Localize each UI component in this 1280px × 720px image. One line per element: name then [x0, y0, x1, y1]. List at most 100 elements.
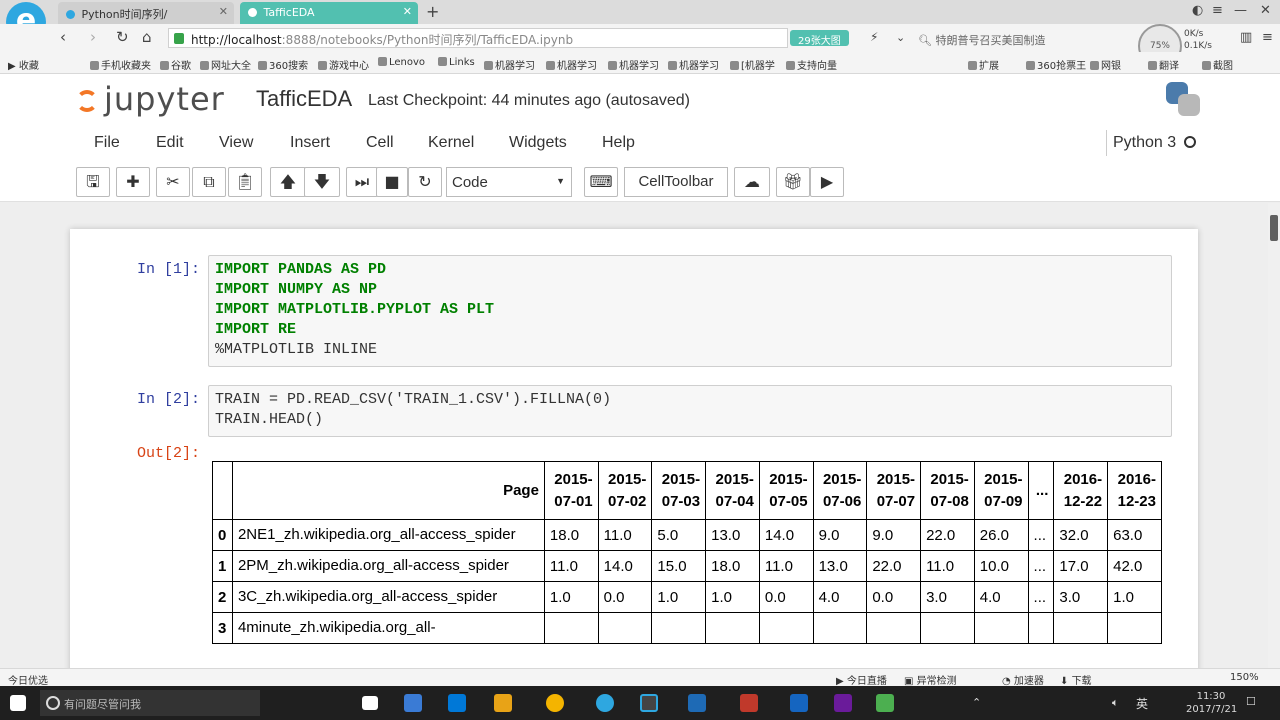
save-button[interactable]: 🖫︎ [76, 167, 110, 197]
kernel-indicator[interactable]: Python 3 [1106, 130, 1197, 156]
bookmark-item[interactable]: 360抢票王 [1026, 57, 1086, 72]
bookmark-item[interactable]: 扩展 [968, 57, 999, 72]
close-icon[interactable]: ✕ [403, 5, 412, 18]
bookmark-item[interactable]: 手机收藏夹 [90, 57, 151, 72]
table-row: 1 2PM_zh.wikipedia.org_all-access_spider 1… [212, 550, 1162, 582]
paste-button[interactable]: 📋︎ [228, 167, 262, 197]
minimize-icon[interactable]: — [1234, 3, 1247, 18]
menu-edit[interactable]: Edit [156, 134, 184, 152]
cell-type-select[interactable]: Code ▼ [446, 167, 572, 197]
menu-icon[interactable]: ≡ [1262, 30, 1273, 45]
status-item[interactable]: ▶ 今日直播 [836, 672, 887, 687]
restart-button[interactable]: ↻ [408, 167, 442, 197]
slideshow-button[interactable]: ▶ [810, 167, 844, 197]
search-input[interactable]: 🔍︎ 特朗普号召买美国制造 [918, 30, 1128, 48]
bookmark-item[interactable]: Links [438, 57, 475, 68]
close-window-icon[interactable]: ✕ [1260, 3, 1271, 18]
edge-icon[interactable] [404, 694, 422, 712]
bookmark-item[interactable]: 360搜索 [258, 57, 308, 72]
bookmark-item[interactable]: 机器学习 [668, 57, 719, 72]
cell-toolbar-button[interactable]: CellToolbar [624, 167, 728, 197]
menu-icon[interactable]: ≡ [1212, 3, 1223, 18]
bookmark-item[interactable]: 网银 [1090, 57, 1121, 72]
bookmark-item[interactable]: 网址大全 [200, 57, 251, 72]
ime-indicator[interactable]: 英 [1136, 695, 1148, 712]
store-icon[interactable] [448, 694, 466, 712]
menu-kernel[interactable]: Kernel [428, 134, 474, 152]
jupyter-logo[interactable]: jupyter [76, 80, 225, 118]
bookmark-item[interactable]: 截图 [1202, 57, 1233, 72]
command-palette-button[interactable]: ⌨ [584, 167, 618, 197]
status-item[interactable]: ◔ 加速器 [1002, 672, 1044, 687]
task-view-icon[interactable] [362, 696, 378, 710]
tab-python-series[interactable]: Python时间序列/ ✕ [58, 2, 234, 24]
menu-widgets[interactable]: Widgets [509, 134, 567, 152]
back-icon[interactable]: ‹ [60, 28, 66, 46]
bookmark-item[interactable]: 谷歌 [160, 57, 191, 72]
app-icon[interactable] [790, 694, 808, 712]
bookmark-item[interactable]: 机器学习 [546, 57, 597, 72]
menu-file[interactable]: File [94, 134, 120, 152]
table-cell [866, 612, 922, 644]
status-item[interactable]: ▣ 异常检测 [904, 672, 957, 687]
bookmark-item[interactable]: Lenovo [378, 57, 425, 68]
skin-icon[interactable]: ◐ [1192, 3, 1203, 18]
sidebar-icon[interactable]: ▥ [1240, 30, 1252, 45]
taskbar-search[interactable]: 有问题尽管问我 [40, 690, 260, 716]
app-icon[interactable] [834, 694, 852, 712]
gift-button[interactable]: 🎁︎ [776, 167, 810, 197]
move-down-button[interactable]: 🡇 [304, 167, 340, 197]
upload-button[interactable]: ☁ [734, 167, 770, 197]
scrollbar-thumb[interactable] [1270, 215, 1278, 241]
app-icon[interactable] [876, 694, 894, 712]
code-cell[interactable]: TRAIN = PD.READ_CSV('TRAIN_1.CSV').FILLN… [208, 385, 1172, 437]
menu-cell[interactable]: Cell [366, 134, 394, 152]
dataframe-table: Page 2015-07-01 2015-07-02 2015-07-03 20… [212, 461, 1162, 644]
chrome-icon[interactable] [546, 694, 564, 712]
bookmark-item[interactable]: 机器学习 [484, 57, 535, 72]
forward-icon[interactable]: › [90, 28, 96, 46]
new-tab-button[interactable]: + [426, 2, 439, 21]
bookmark-item[interactable]: 翻译 [1148, 57, 1179, 72]
tab-taffic-eda[interactable]: TafficEDA ✕ [240, 2, 418, 24]
page-cell: 2PM_zh.wikipedia.org_all-access_spider [231, 550, 545, 582]
start-icon[interactable] [10, 695, 26, 711]
column-header: 2015-07-03 [651, 461, 707, 520]
bookmark-item[interactable]: [机器学 [730, 57, 775, 72]
app-icon[interactable] [688, 694, 706, 712]
browser-taskbar-icon[interactable] [596, 694, 614, 712]
status-item[interactable]: ⬇ 下载 [1060, 672, 1092, 687]
page-scrollbar[interactable] [1268, 203, 1280, 668]
menu-help[interactable]: Help [602, 134, 635, 152]
bookmark-item[interactable]: ▶ 收藏 [8, 57, 39, 72]
insert-cell-button[interactable]: ✚ [116, 167, 150, 197]
code-cell[interactable]: IMPORT PANDAS AS PD IMPORT NUMPY AS NP I… [208, 255, 1172, 367]
refresh-icon[interactable]: ↻ [116, 28, 129, 46]
app-icon[interactable] [740, 694, 758, 712]
close-icon[interactable]: ✕ [219, 5, 228, 18]
url-input[interactable]: http://localhost:8888/notebooks/Python时间… [168, 28, 788, 48]
chevron-down-icon[interactable]: ⌄ [896, 31, 905, 44]
tray-chevron-icon[interactable]: ⌃ [972, 696, 981, 709]
copy-button[interactable]: ⧉ [192, 167, 226, 197]
jupyter-taskbar-icon[interactable] [640, 694, 658, 712]
bookmark-item[interactable]: 游戏中心 [318, 57, 369, 72]
explorer-icon[interactable] [494, 694, 512, 712]
notebook-name[interactable]: TafficEDA [256, 86, 352, 112]
status-item[interactable]: 今日优选 [8, 672, 48, 687]
stop-button[interactable]: ■ [376, 167, 408, 197]
notification-icon[interactable]: ☐ [1246, 695, 1256, 708]
bookmark-item[interactable]: 支持向量 [786, 57, 837, 72]
promo-pill[interactable]: 29张大图 [790, 30, 849, 47]
menu-view[interactable]: View [219, 134, 253, 152]
cut-button[interactable]: ✂ [156, 167, 190, 197]
move-up-button[interactable]: 🡅 [270, 167, 306, 197]
menu-insert[interactable]: Insert [290, 134, 330, 152]
home-icon[interactable]: ⌂ [142, 28, 152, 46]
bookmark-item[interactable]: 机器学习 [608, 57, 659, 72]
taskbar-clock[interactable]: 11:30 2017/7/21 [1186, 690, 1237, 716]
run-button[interactable]: ⏭ [346, 167, 378, 197]
volume-icon[interactable]: 🔈︎ [1112, 696, 1119, 710]
zoom-level[interactable]: 150% [1230, 672, 1259, 683]
lightning-icon[interactable]: ⚡ [870, 30, 878, 44]
